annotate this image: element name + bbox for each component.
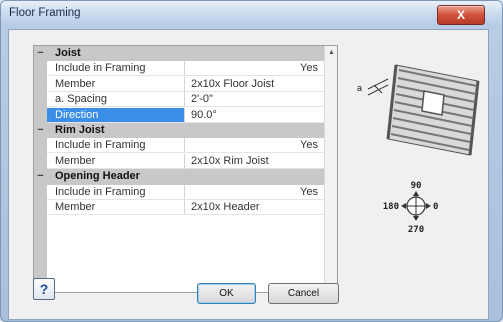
close-button[interactable]: X bbox=[437, 5, 485, 25]
property-row[interactable]: a. Spacing 2'-0" bbox=[34, 92, 324, 108]
property-grid: − Joist Include in Framing Yes Member 2x10x F… bbox=[33, 45, 338, 293]
property-row[interactable]: Include in Framing Yes bbox=[34, 61, 324, 77]
collapse-toggle-icon[interactable]: − bbox=[36, 123, 45, 138]
category-label: Rim Joist bbox=[55, 123, 105, 136]
floor-framing-diagram: a 90 180 0 270 bbox=[357, 64, 480, 235]
compass-label-0: 0 bbox=[433, 202, 438, 212]
grid-scrollbar[interactable]: ▲ ▼ bbox=[324, 46, 337, 292]
property-value[interactable]: 2x10x Rim Joist bbox=[185, 154, 324, 169]
scroll-up-arrow-icon[interactable]: ▲ bbox=[325, 46, 337, 59]
property-row[interactable]: Member 2x10x Rim Joist bbox=[34, 153, 324, 169]
property-value[interactable]: Yes bbox=[185, 138, 324, 154]
property-row[interactable]: Member 2x10x Floor Joist bbox=[34, 76, 324, 92]
property-value[interactable]: 2x10x Floor Joist bbox=[185, 77, 324, 92]
grid-rows: − Joist Include in Framing Yes Member 2x10x F… bbox=[34, 46, 324, 215]
property-value[interactable]: Yes bbox=[185, 185, 324, 200]
floor-framing-dialog: Floor Framing X − Joist Include in Framing… bbox=[0, 0, 503, 322]
property-name: Include in Framing bbox=[47, 138, 185, 154]
help-button[interactable]: ? bbox=[33, 278, 55, 300]
property-row[interactable]: Include in Framing Yes bbox=[34, 138, 324, 154]
collapse-toggle-icon[interactable]: − bbox=[36, 169, 45, 184]
property-value[interactable]: 90.0° bbox=[185, 108, 324, 123]
property-row[interactable]: Direction 90.0° bbox=[34, 107, 324, 123]
direction-compass: 90 180 0 270 bbox=[383, 181, 439, 235]
property-row[interactable]: Include in Framing Yes bbox=[34, 184, 324, 200]
property-value[interactable]: Yes bbox=[185, 61, 324, 77]
window-title: Floor Framing bbox=[9, 7, 81, 19]
category-row[interactable]: − Joist bbox=[34, 46, 324, 62]
property-name: Include in Framing bbox=[47, 61, 185, 77]
compass-label-180: 180 bbox=[383, 202, 399, 212]
category-label: Opening Header bbox=[55, 170, 140, 183]
cancel-button[interactable]: Cancel bbox=[268, 283, 339, 304]
category-row[interactable]: − Opening Header bbox=[34, 169, 324, 185]
category-row[interactable]: − Rim Joist bbox=[34, 122, 324, 139]
ok-button[interactable]: OK bbox=[197, 283, 256, 304]
compass-label-90: 90 bbox=[411, 181, 422, 191]
dialog-client-area: − Joist Include in Framing Yes Member 2x10x F… bbox=[8, 29, 489, 320]
title-bar[interactable]: Floor Framing X bbox=[1, 1, 502, 27]
framing-preview: a 90 180 0 270 bbox=[344, 45, 484, 265]
property-row[interactable]: Member 2x10x Header bbox=[34, 199, 324, 215]
spacing-marker-label: a bbox=[357, 83, 362, 93]
property-name: Include in Framing bbox=[47, 184, 185, 200]
floor-joist-diagram: a bbox=[357, 64, 480, 156]
help-icon: ? bbox=[39, 281, 49, 297]
property-name: a. Spacing bbox=[47, 92, 185, 108]
property-value[interactable]: 2x10x Header bbox=[185, 200, 324, 215]
compass-label-270: 270 bbox=[408, 225, 424, 235]
collapse-toggle-icon[interactable]: − bbox=[36, 46, 45, 61]
property-name: Direction bbox=[47, 107, 185, 123]
property-name: Member bbox=[47, 153, 185, 169]
property-name: Member bbox=[47, 76, 185, 92]
property-name: Member bbox=[47, 199, 185, 215]
category-label: Joist bbox=[55, 47, 81, 59]
close-icon: X bbox=[456, 8, 465, 22]
property-value[interactable]: 2'-0" bbox=[185, 92, 324, 108]
